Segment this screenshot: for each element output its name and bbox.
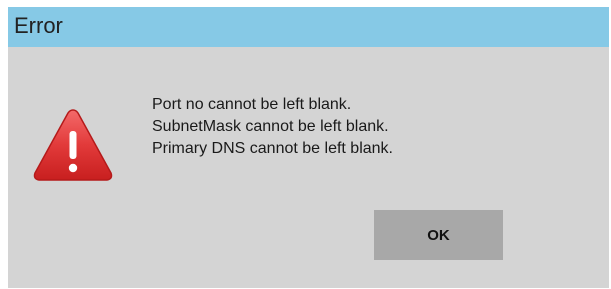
- ok-button[interactable]: OK: [374, 210, 503, 260]
- error-dialog: Error Port no cannot be left blank. Subn…: [8, 7, 609, 288]
- error-message: Port no cannot be left blank. SubnetMask…: [152, 94, 393, 160]
- title-bar[interactable]: Error: [8, 7, 609, 47]
- dialog-title: Error: [14, 13, 63, 38]
- message-line: Primary DNS cannot be left blank.: [152, 140, 393, 157]
- warning-icon: [32, 107, 114, 183]
- message-line: Port no cannot be left blank.: [152, 96, 352, 113]
- message-line: SubnetMask cannot be left blank.: [152, 118, 389, 135]
